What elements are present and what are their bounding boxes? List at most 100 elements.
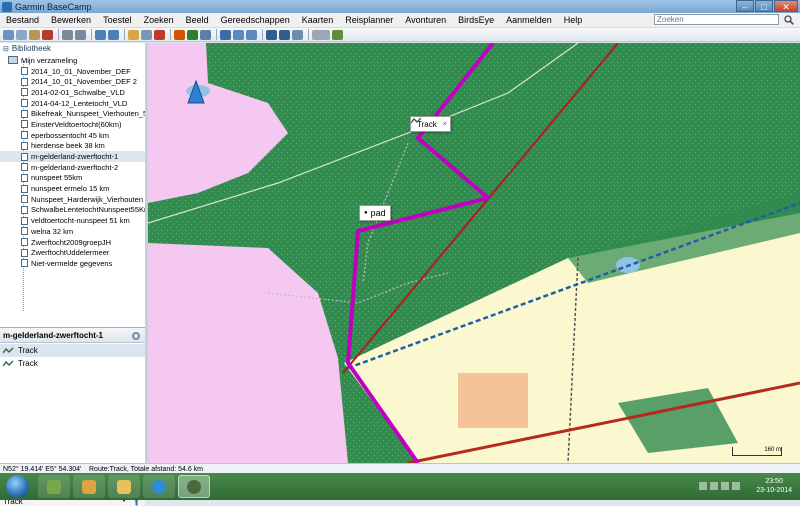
start-button[interactable] bbox=[6, 475, 29, 498]
list-item[interactable]: Track bbox=[0, 357, 145, 370]
menu-birdseye[interactable]: BirdsEye bbox=[452, 15, 500, 25]
tree-item[interactable]: 2014_10_01_November_DEF bbox=[0, 66, 145, 77]
tree-item[interactable]: eperbossentocht 45 km bbox=[0, 130, 145, 141]
zoom-icon[interactable] bbox=[141, 29, 152, 40]
gear-icon[interactable] bbox=[132, 332, 140, 340]
library-header: ⊟ Bibliotheek bbox=[0, 43, 145, 54]
3d-view-icon[interactable] bbox=[233, 29, 244, 40]
delete-icon[interactable] bbox=[42, 29, 53, 40]
paste-icon[interactable] bbox=[29, 29, 40, 40]
list-item[interactable]: Track bbox=[0, 344, 145, 357]
send-icon[interactable] bbox=[332, 29, 343, 40]
menu-avonturen[interactable]: Avonturen bbox=[399, 15, 452, 25]
minimize-icon[interactable]: – bbox=[736, 0, 754, 12]
list-icon bbox=[21, 238, 28, 247]
search-icon[interactable] bbox=[781, 13, 797, 26]
window-controls: – □ ✕ bbox=[735, 0, 798, 12]
grid-icon[interactable] bbox=[266, 29, 277, 40]
menu-gereedschappen[interactable]: Gereedschappen bbox=[215, 15, 296, 25]
tree-root[interactable]: Mijn verzameling bbox=[0, 55, 145, 66]
hand-tool-icon[interactable] bbox=[128, 29, 139, 40]
track-label-popup[interactable]: Track × bbox=[410, 116, 451, 132]
track-tool-icon[interactable] bbox=[200, 29, 211, 40]
pad-label[interactable]: ● pad bbox=[359, 205, 391, 221]
tray-icon[interactable] bbox=[710, 482, 718, 490]
maximize-icon[interactable]: □ bbox=[755, 0, 773, 12]
list-icon bbox=[21, 109, 28, 118]
menu-zoeken[interactable]: Zoeken bbox=[138, 15, 180, 25]
tray-icon[interactable] bbox=[732, 482, 740, 490]
toolbar-separator bbox=[216, 29, 217, 40]
menu-reisplanner[interactable]: Reisplanner bbox=[339, 15, 399, 25]
copy-icon[interactable] bbox=[16, 29, 27, 40]
send-to-device-icon[interactable] bbox=[108, 29, 119, 40]
menu-bewerken[interactable]: Bewerken bbox=[45, 15, 97, 25]
toolbar-separator bbox=[170, 29, 171, 40]
profile-dropdown-icon[interactable] bbox=[312, 29, 330, 40]
tree-item[interactable]: hierdense beek 38 km bbox=[0, 141, 145, 152]
system-tray bbox=[696, 482, 740, 490]
tree-item[interactable]: ZwerftochtUddelermeer bbox=[0, 247, 145, 258]
menu-beeld[interactable]: Beeld bbox=[180, 15, 215, 25]
toolbar-separator bbox=[124, 29, 125, 40]
tree-item[interactable]: 2014-04-12_Lentetocht_VLD bbox=[0, 98, 145, 109]
menu-aanmelden[interactable]: Aanmelden bbox=[500, 15, 558, 25]
globe-view-icon[interactable] bbox=[246, 29, 257, 40]
map-detail-icon[interactable] bbox=[292, 29, 303, 40]
basecamp-logo-icon bbox=[2, 1, 12, 12]
cut-icon[interactable] bbox=[3, 29, 14, 40]
menu-help[interactable]: Help bbox=[558, 15, 589, 25]
redo-icon[interactable] bbox=[75, 29, 86, 40]
tree-item[interactable]: 2014_10_01_November_DEF 2 bbox=[0, 76, 145, 87]
clock[interactable]: 23:50 23-10-2014 bbox=[756, 477, 792, 495]
measure-icon[interactable] bbox=[154, 29, 165, 40]
window-title: Garmin BaseCamp bbox=[15, 1, 92, 12]
list-icon bbox=[21, 99, 28, 108]
taskbar-app[interactable] bbox=[73, 475, 105, 498]
undo-icon[interactable] bbox=[62, 29, 73, 40]
list-icon bbox=[21, 141, 28, 150]
search-input[interactable] bbox=[654, 14, 779, 25]
tree-item[interactable]: veldtoertocht-nunspeet 51 km bbox=[0, 215, 145, 226]
tree-item[interactable]: Zwerftocht2009groepJH bbox=[0, 237, 145, 248]
tree-item[interactable]: nunspeet ermelo 15 km bbox=[0, 183, 145, 194]
tree-item[interactable]: welna 32 km bbox=[0, 226, 145, 237]
map-view-icon[interactable] bbox=[220, 29, 231, 40]
tree-item[interactable]: m-gelderland-zwerftocht-2 bbox=[0, 162, 145, 173]
route-status: Route:Track, Totale afstand: 54.6 km bbox=[89, 465, 204, 473]
list-icon bbox=[21, 227, 28, 236]
tree-item[interactable]: Bikefreak_Nunspeet_Vierhouten_50... bbox=[0, 108, 145, 119]
list-icon bbox=[21, 67, 28, 76]
close-icon[interactable]: × bbox=[443, 121, 447, 128]
toolbar-separator bbox=[58, 29, 59, 40]
taskbar-app[interactable] bbox=[143, 475, 175, 498]
tree-item-selected[interactable]: m-gelderland-zwerftocht-1 bbox=[0, 151, 145, 162]
tree-item[interactable]: Niet-vermelde gegevens bbox=[0, 258, 145, 269]
folder-icon bbox=[117, 479, 131, 494]
taskbar-app[interactable] bbox=[38, 475, 70, 498]
menu-bestand[interactable]: Bestand bbox=[0, 15, 45, 25]
bullet-icon: ● bbox=[364, 210, 368, 216]
app-icon bbox=[82, 479, 96, 494]
tray-icon[interactable] bbox=[699, 482, 707, 490]
receive-from-device-icon[interactable] bbox=[95, 29, 106, 40]
layers-icon[interactable] bbox=[279, 29, 290, 40]
close-icon[interactable]: ✕ bbox=[774, 0, 798, 12]
taskbar-app-active[interactable] bbox=[178, 475, 210, 498]
tree-item[interactable]: nunspeet 55km bbox=[0, 173, 145, 184]
tree-item[interactable]: EinsterVeldtoertocht(60km) bbox=[0, 119, 145, 130]
map-view[interactable]: Track × ● pad 160 m bbox=[148, 43, 800, 463]
tray-icon[interactable] bbox=[721, 482, 729, 490]
waypoint-tool-icon[interactable] bbox=[174, 29, 185, 40]
tree-item[interactable]: SchwalbeLentetochtNunspeet55Km1... bbox=[0, 205, 145, 216]
taskbar-app[interactable] bbox=[108, 475, 140, 498]
tree-item[interactable]: 2014-02-01_Schwalbe_VLD bbox=[0, 87, 145, 98]
collapse-icon[interactable]: ⊟ bbox=[3, 45, 9, 53]
tree-item[interactable]: Nunspeet_Harderwijk_Vierhouten 2 bbox=[0, 194, 145, 205]
taskbar: 23:50 23-10-2014 bbox=[0, 473, 800, 500]
route-tool-icon[interactable] bbox=[187, 29, 198, 40]
library-tree: Mijn verzameling 2014_10_01_November_DEF… bbox=[0, 55, 145, 269]
menu-toestel[interactable]: Toestel bbox=[97, 15, 138, 25]
list-icon bbox=[21, 216, 28, 225]
menu-kaarten[interactable]: Kaarten bbox=[296, 15, 340, 25]
